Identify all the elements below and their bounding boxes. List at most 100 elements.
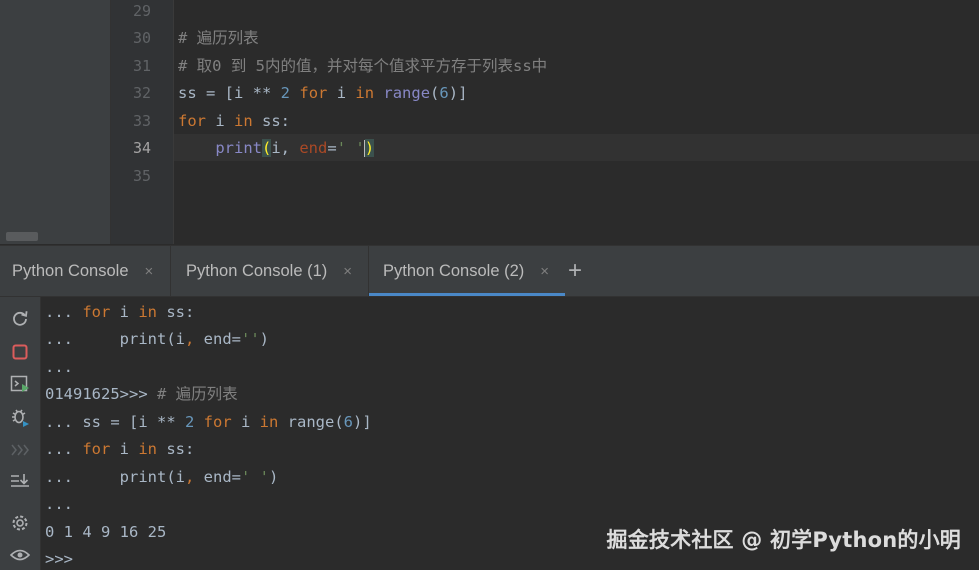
line-number: 33: [132, 112, 151, 130]
keyword: in: [355, 84, 375, 102]
code-text: ss = [i: [178, 84, 253, 102]
code-text: ss = [i **: [82, 413, 185, 431]
chevrons-icon[interactable]: [10, 440, 30, 460]
code-text: end=: [194, 468, 241, 486]
tab-python-console-1[interactable]: Python Console (1) ×: [186, 246, 352, 296]
number-literal: 2: [184, 413, 195, 431]
keyword: in: [259, 413, 279, 431]
code-line-32[interactable]: ss = [i ** 2 for i in range(6)]: [178, 83, 467, 103]
code-text: end=: [194, 330, 241, 348]
keyword-argument: end: [299, 139, 328, 157]
debug-icon[interactable]: [10, 407, 30, 427]
code-text: i: [327, 84, 356, 102]
run-console-icon[interactable]: [10, 374, 30, 394]
code-text: i: [110, 440, 139, 458]
punctuation: ,: [184, 330, 195, 348]
code-text: (: [430, 84, 440, 102]
rerun-icon[interactable]: [10, 308, 30, 328]
code-line-30[interactable]: # 遍历列表: [178, 28, 259, 48]
console-line: ... ss = [i ** 2 for i in range(6)]: [45, 412, 372, 432]
builtin-function: range: [383, 84, 431, 102]
settings-icon[interactable]: [10, 513, 30, 533]
line-number: 31: [132, 57, 151, 75]
code-text: ): [259, 330, 270, 348]
horizontal-scrollbar[interactable]: [6, 232, 38, 241]
comment: # 取0 到 5内的值，并对每个值求平方存于列表ss中: [178, 57, 548, 75]
comment: # 遍历列表: [156, 385, 238, 403]
close-icon[interactable]: ×: [145, 263, 154, 280]
punctuation: ,: [184, 468, 195, 486]
code-editor[interactable]: 29 30 31 32 33 34 35 # 遍历列表 # 取0 到 5内的值，…: [0, 0, 979, 244]
code-text: i: [231, 413, 260, 431]
code-text: ss:: [157, 440, 195, 458]
input-prompt[interactable]: >>>: [45, 549, 73, 569]
number-literal: 6: [439, 84, 449, 102]
tab-label: Python Console (1): [186, 261, 328, 280]
number-literal: 6: [343, 413, 354, 431]
code-line-33[interactable]: for i in ss:: [178, 111, 290, 131]
keyword: in: [138, 440, 157, 458]
prompt: ...: [45, 413, 83, 431]
stop-icon[interactable]: [10, 342, 30, 362]
console-line: ... print(i, end=''): [45, 329, 269, 349]
keyword: in: [138, 303, 157, 321]
code-text: ss:: [157, 303, 195, 321]
matched-bracket: (: [262, 139, 272, 157]
prompt: ...: [45, 440, 83, 458]
keyword: for: [203, 413, 232, 431]
eye-icon[interactable]: [10, 545, 30, 565]
console-line: ...: [45, 358, 73, 376]
line-number: 35: [132, 167, 151, 185]
comment: # 遍历列表: [178, 29, 259, 47]
code-text: i,: [271, 139, 300, 157]
keyword: for: [299, 84, 328, 102]
console-line: ...: [45, 495, 73, 513]
console-tab-bar: Python Console × Python Console (1) × Py…: [0, 245, 979, 297]
code-text: =: [327, 139, 337, 157]
scroll-end-icon[interactable]: [10, 471, 30, 491]
tab-python-console-2[interactable]: Python Console (2) ×: [369, 246, 565, 296]
string-literal: ' ': [336, 139, 365, 157]
prompt: ...: [45, 330, 120, 348]
keyword: for: [178, 112, 206, 130]
line-number-gutter: 29 30 31 32 33 34 35: [111, 0, 174, 244]
line-number: 32: [132, 84, 151, 102]
close-icon[interactable]: ×: [343, 263, 352, 280]
tab-divider: [170, 246, 171, 296]
number-literal: 2: [280, 84, 291, 102]
string-literal: ' ': [241, 468, 269, 486]
matched-bracket: ): [364, 139, 375, 157]
console-line: ... print(i, end=' '): [45, 467, 278, 487]
watermark: 掘金技术社区 @ 初学Python的小明: [606, 528, 961, 552]
line-number: 29: [132, 2, 151, 20]
close-icon[interactable]: ×: [540, 263, 549, 280]
code-line-31[interactable]: # 取0 到 5内的值，并对每个值求平方存于列表ss中: [178, 56, 547, 76]
code-text: )]: [353, 413, 372, 431]
program-output: 01491625>>>: [45, 385, 157, 403]
keyword: for: [82, 440, 111, 458]
console-line: 01491625>>> # 遍历列表: [45, 384, 238, 404]
code-text: ss:: [252, 112, 290, 130]
program-output: 0 1 4 9 16 25: [45, 523, 167, 541]
code-line-34[interactable]: print(i, end=' '): [178, 138, 375, 158]
project-panel: [0, 0, 111, 244]
operator: **: [252, 84, 272, 102]
tab-python-console[interactable]: Python Console ×: [12, 246, 153, 296]
tab-label: Python Console: [12, 261, 129, 280]
add-tab-icon[interactable]: +: [568, 246, 582, 296]
console-toolbar: [0, 297, 41, 570]
code-text: range(: [278, 413, 344, 431]
code-text: )]: [448, 84, 468, 102]
line-number: 30: [132, 29, 151, 47]
code-text: i: [206, 112, 234, 130]
code-text: print(i: [119, 330, 185, 348]
console-line: ... for i in ss:: [45, 302, 194, 322]
console-line: ... for i in ss:: [45, 439, 194, 459]
code-text: i: [110, 303, 139, 321]
string-literal: '': [241, 330, 260, 348]
